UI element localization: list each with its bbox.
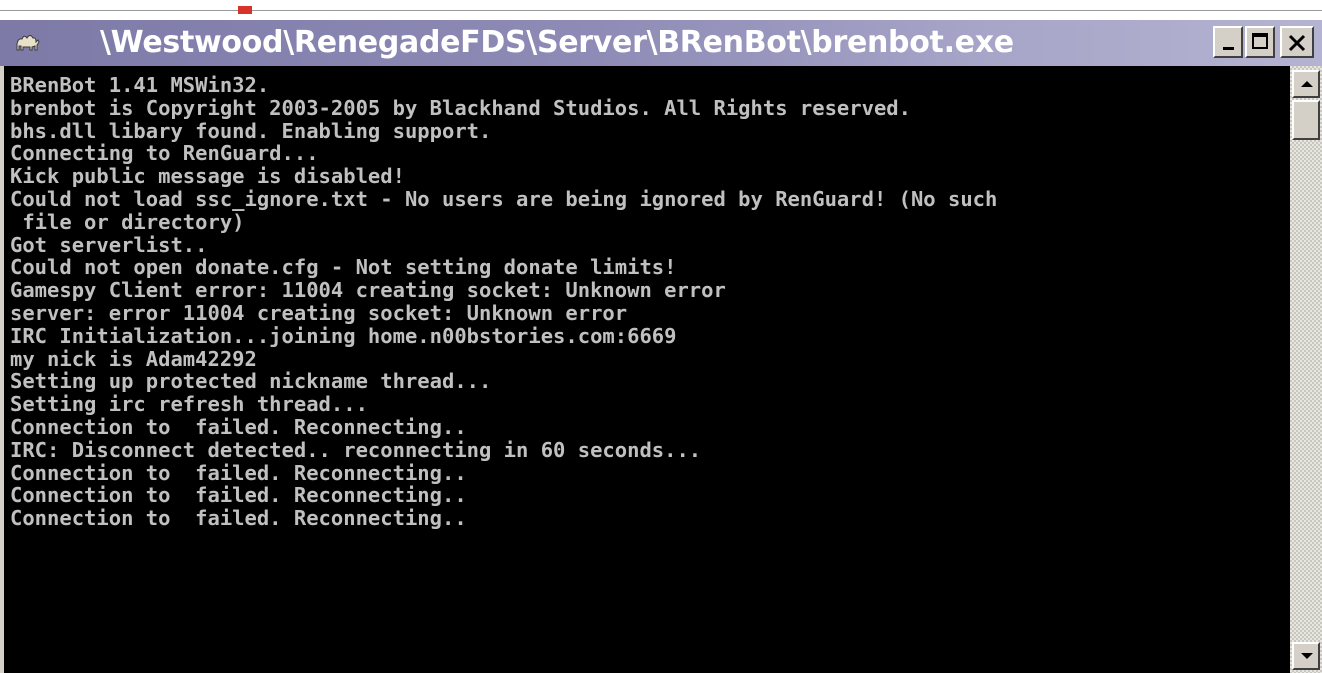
console-line: server: error 11004 creating socket: Unk… [10,300,628,325]
console-line: Connecting to RenGuard... [10,141,319,166]
scroll-thumb[interactable] [1292,100,1320,140]
console-line: file or directory) [10,209,245,234]
console-log: BRenBot 1.41 MSWin32. brenbot is Copyrigh… [10,74,997,530]
camel-icon [16,35,40,51]
background-divider [0,10,1322,11]
console-line: Connection to failed. Reconnecting.. [10,483,467,508]
console-line: Could not open donate.cfg - Not setting … [10,255,677,280]
window-title: \Westwood\RenegadeFDS\Server\BRenBot\bre… [100,25,1014,60]
scroll-down-arrow-icon [1301,653,1313,659]
console-line: Got serverlist.. [10,232,208,257]
title-bar[interactable]: \Westwood\RenegadeFDS\Server\BRenBot\bre… [0,20,1322,66]
console-line: IRC Initialization...joining home.n00bst… [10,323,677,348]
console-line: my nick is Adam42292 [10,346,257,371]
console-line: brenbot is Copyright 2003-2005 by Blackh… [10,95,911,120]
console-line: Kick public message is disabled! [10,164,405,189]
console-line: Connection to failed. Reconnecting.. [10,414,467,439]
background-red-mark [238,6,252,14]
console-line: Setting irc refresh thread... [10,392,368,417]
console-line: IRC: Disconnect detected.. reconnecting … [10,437,702,462]
maximize-icon [1252,33,1268,49]
vertical-scrollbar[interactable] [1290,66,1322,673]
console-line: Setting up protected nickname thread... [10,369,492,394]
minimize-button[interactable] [1213,26,1243,58]
maximize-button[interactable] [1245,26,1275,58]
console-line: Could not load ssc_ignore.txt - No users… [10,186,998,211]
scroll-up-arrow-icon [1301,81,1313,87]
close-button[interactable] [1280,26,1314,58]
console-line: bhs.dll libary found. Enabling support. [10,118,492,143]
scroll-down-button[interactable] [1292,642,1320,670]
scroll-up-button[interactable] [1292,70,1320,98]
minimize-icon [1223,47,1234,50]
console-window: \Westwood\RenegadeFDS\Server\BRenBot\bre… [0,20,1322,673]
console-line: Connection to failed. Reconnecting.. [10,506,467,531]
background-window-strip [0,0,1322,20]
console-output[interactable]: BRenBot 1.41 MSWin32. brenbot is Copyrigh… [4,66,1290,673]
console-line: Gamespy Client error: 11004 creating soc… [10,278,726,303]
console-line: Connection to failed. Reconnecting.. [10,460,467,485]
console-line: BRenBot 1.41 MSWin32. [10,73,270,97]
close-icon [1288,34,1306,52]
